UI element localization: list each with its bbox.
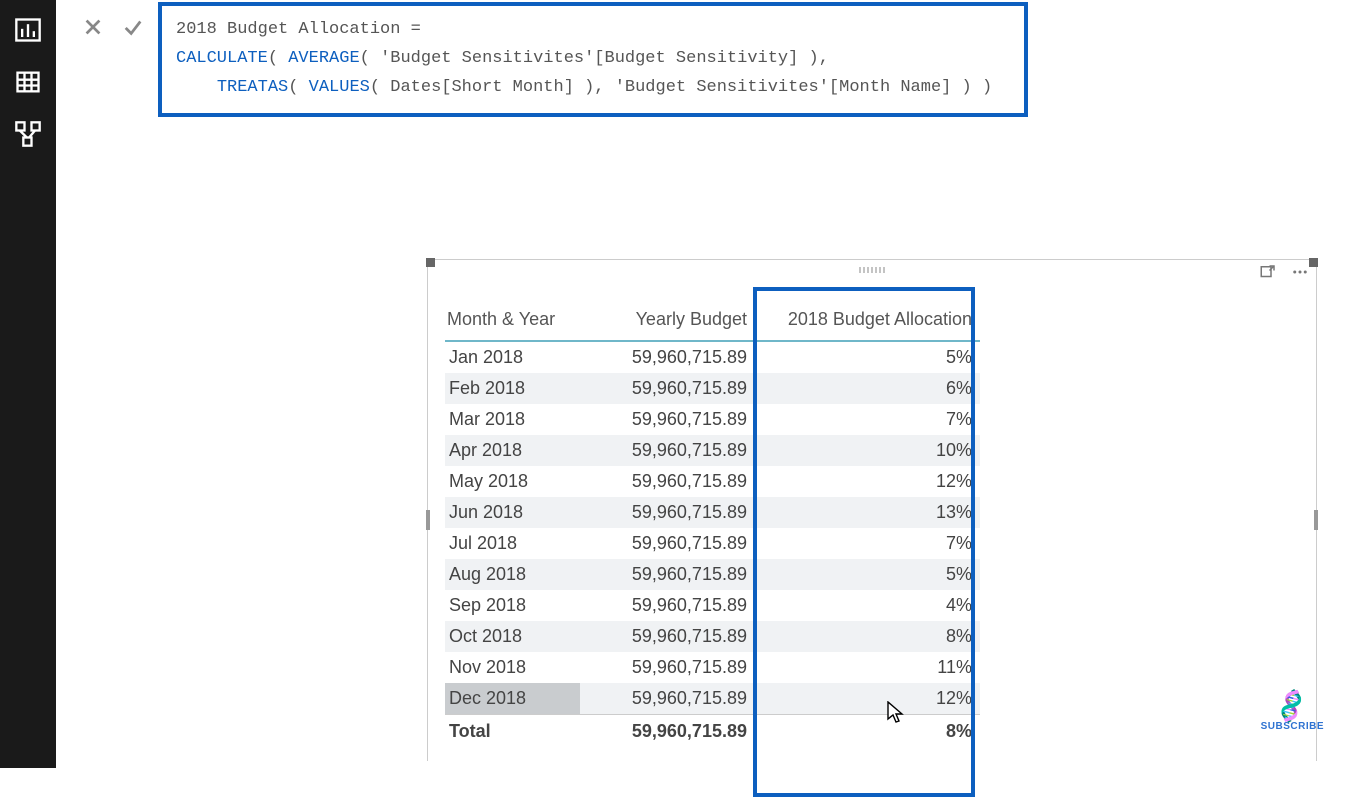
cell-allocation: 12% [755,683,980,715]
col-header-budget[interactable]: Yearly Budget [580,303,755,341]
view-switcher-rail [0,0,56,768]
more-options-icon[interactable] [1291,263,1309,286]
cell-budget: 59,960,715.89 [580,373,755,404]
table-row[interactable]: Oct 201859,960,715.898% [445,621,980,652]
resize-handle[interactable] [426,510,430,530]
table-row[interactable]: Mar 201859,960,715.897% [445,404,980,435]
visual-header [1259,263,1309,286]
data-table[interactable]: Month & Year Yearly Budget 2018 Budget A… [445,303,980,747]
cell-budget: 59,960,715.89 [580,435,755,466]
focus-mode-icon[interactable] [1259,263,1277,286]
cell-allocation: 4% [755,590,980,621]
cell-budget: 59,960,715.89 [580,590,755,621]
cell-allocation: 11% [755,652,980,683]
cell-month: Oct 2018 [445,621,580,652]
table-row[interactable]: Jan 201859,960,715.895% [445,341,980,373]
cell-budget: 59,960,715.89 [580,466,755,497]
cell-month: Nov 2018 [445,652,580,683]
resize-handle[interactable] [1314,510,1318,530]
cell-allocation: 13% [755,497,980,528]
report-canvas: 2018 Budget Allocation = CALCULATE( AVER… [56,0,1366,768]
table-row[interactable]: Jul 201859,960,715.897% [445,528,980,559]
total-allocation: 8% [755,715,980,748]
cell-month: Jun 2018 [445,497,580,528]
table-row[interactable]: Dec 201859,960,715.8912% [445,683,980,715]
cell-budget: 59,960,715.89 [580,404,755,435]
cell-budget: 59,960,715.89 [580,621,755,652]
cell-budget: 59,960,715.89 [580,652,755,683]
table-total-row: Total 59,960,715.89 8% [445,715,980,748]
data-view-icon[interactable] [14,68,42,96]
table-row[interactable]: May 201859,960,715.8912% [445,466,980,497]
commit-formula-icon[interactable] [122,16,144,43]
cell-allocation: 5% [755,559,980,590]
cell-allocation: 12% [755,466,980,497]
cell-month: Jul 2018 [445,528,580,559]
data-table-wrap: Month & Year Yearly Budget 2018 Budget A… [445,303,980,747]
table-row[interactable]: Feb 201859,960,715.896% [445,373,980,404]
cell-allocation: 6% [755,373,980,404]
table-row[interactable]: Jun 201859,960,715.8913% [445,497,980,528]
cell-allocation: 7% [755,404,980,435]
total-budget: 59,960,715.89 [580,715,755,748]
formula-bar-actions [76,0,158,43]
total-label: Total [445,715,580,748]
cell-budget: 59,960,715.89 [580,683,755,715]
cell-allocation: 5% [755,341,980,373]
cell-allocation: 10% [755,435,980,466]
cell-budget: 59,960,715.89 [580,559,755,590]
cell-allocation: 7% [755,528,980,559]
subscribe-watermark: 🧬 SUBSCRIBE [1261,692,1324,732]
formula-measure-name: 2018 Budget Allocation [176,20,400,39]
table-row[interactable]: Apr 201859,960,715.8910% [445,435,980,466]
cell-allocation: 8% [755,621,980,652]
table-row[interactable]: Aug 201859,960,715.895% [445,559,980,590]
drag-handle-icon[interactable] [859,267,885,273]
cell-month: Mar 2018 [445,404,580,435]
cell-month: Dec 2018 [445,683,580,715]
cell-month: Sep 2018 [445,590,580,621]
formula-bar-area: 2018 Budget Allocation = CALCULATE( AVER… [76,0,1366,120]
report-view-icon[interactable] [14,16,42,44]
selection-border [427,259,1317,260]
cancel-formula-icon[interactable] [82,16,104,43]
formula-bar[interactable]: 2018 Budget Allocation = CALCULATE( AVER… [158,2,1028,117]
cell-month: Apr 2018 [445,435,580,466]
col-header-allocation[interactable]: 2018 Budget Allocation [755,303,980,341]
cell-budget: 59,960,715.89 [580,528,755,559]
model-view-icon[interactable] [14,120,42,148]
cell-month: Jan 2018 [445,341,580,373]
cell-month: May 2018 [445,466,580,497]
cell-month: Feb 2018 [445,373,580,404]
resize-handle[interactable] [1309,258,1318,267]
table-visual[interactable]: Month & Year Yearly Budget 2018 Budget A… [426,258,1318,762]
cell-budget: 59,960,715.89 [580,341,755,373]
cell-budget: 59,960,715.89 [580,497,755,528]
table-row[interactable]: Sep 201859,960,715.894% [445,590,980,621]
table-row[interactable]: Nov 201859,960,715.8911% [445,652,980,683]
resize-handle[interactable] [426,258,435,267]
cell-month: Aug 2018 [445,559,580,590]
table-header-row: Month & Year Yearly Budget 2018 Budget A… [445,303,980,341]
col-header-month[interactable]: Month & Year [445,303,580,341]
